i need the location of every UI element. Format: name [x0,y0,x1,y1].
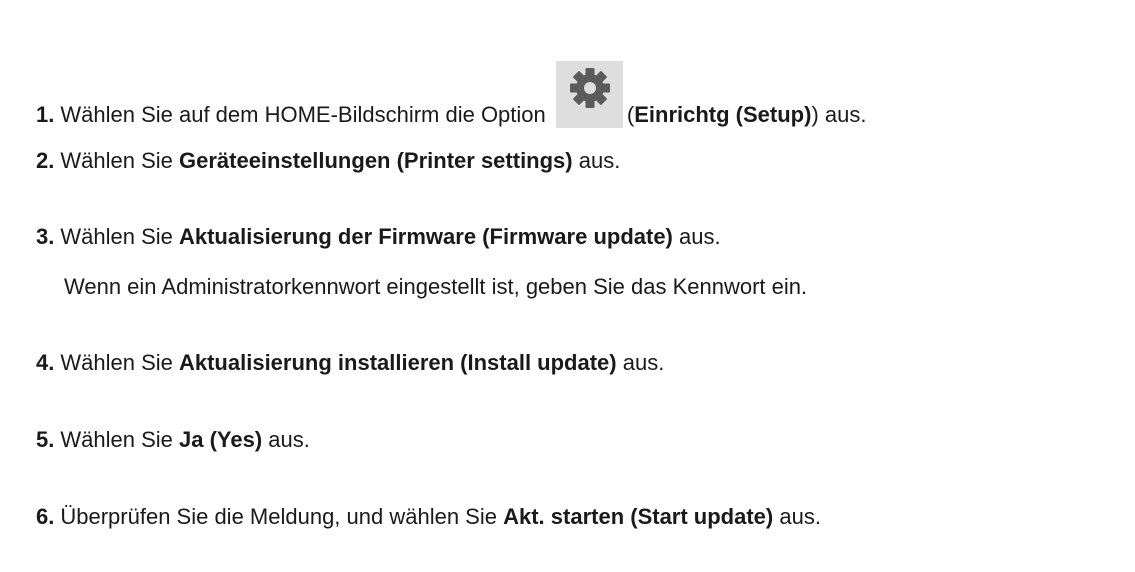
step-2: 2. Wählen Sie Geräteeinstellungen (Printe… [36,146,620,176]
step-4: 4. Wählen Sie Aktualisierung installieren… [36,348,664,378]
step-number: 3. [36,224,55,249]
step-number: 4. [36,350,55,375]
step-number: 5. [36,427,55,452]
step-text: Wählen Sie [60,224,179,249]
step-text: Überprüfen Sie die Meldung, und wählen S… [60,504,504,529]
step-text-end: aus. [773,504,821,529]
menu-option-start-update: Akt. starten (Start update) [503,504,774,529]
step-text-end: aus. [572,148,621,173]
step-text: Wählen Sie [60,427,179,452]
step-3: 3. Wählen Sie Aktualisierung der Firmware… [36,222,721,252]
step-text-end: ) aus. [811,102,867,127]
menu-option-printer-settings: Geräteeinstellungen (Printer settings) [178,148,573,173]
menu-option-firmware-update: Aktualisierung der Firmware (Firmware up… [178,224,673,249]
step-text-end: aus. [672,224,721,249]
setup-gear-icon [555,61,623,128]
step-6: 6. Überprüfen Sie die Meldung, und wählen… [36,502,821,532]
menu-option-install-update: Aktualisierung installieren (Install upd… [178,350,617,375]
step-text-end: aus. [262,427,310,452]
step-text: Wählen Sie auf dem HOME-Bildschirm die O… [60,102,546,127]
menu-option-setup: Einrichtg (Setup) [634,102,812,127]
gear-icon [569,68,610,108]
step-text: Wählen Sie [60,148,179,173]
step-number: 2. [36,148,55,173]
step-number: 1. [36,102,55,127]
menu-option-yes: Ja (Yes) [178,427,263,452]
step-5: 5. Wählen Sie Ja (Yes) aus. [36,425,310,455]
step-text-end: aus. [616,350,665,375]
step-1: 1. Wählen Sie auf dem HOME-Bildschirm die… [36,61,866,130]
step-number: 6. [36,504,55,529]
step-3-note: Wenn ein Administratorkennwort eingestel… [64,274,808,299]
step-text: Wählen Sie [60,350,179,375]
